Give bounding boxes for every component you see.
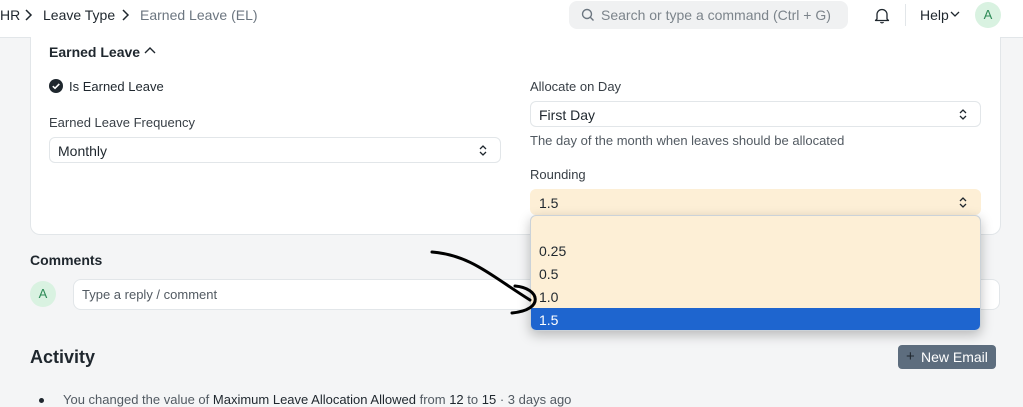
navbar: HR Leave Type Earned Leave (EL) Help A bbox=[0, 0, 1023, 38]
checkbox-checked-icon[interactable] bbox=[49, 79, 63, 93]
select-arrows-icon bbox=[959, 109, 967, 120]
rounding-option-empty[interactable] bbox=[531, 216, 980, 239]
chevron-right-icon bbox=[25, 9, 33, 21]
activity-time: · 3 days ago bbox=[499, 392, 572, 407]
chevron-right-icon bbox=[122, 9, 130, 21]
nav-divider bbox=[905, 4, 906, 26]
rounding-dropdown: 0.25 0.5 1.0 1.5 bbox=[530, 215, 981, 331]
help-menu[interactable]: Help bbox=[920, 7, 949, 23]
breadcrumb-hr[interactable]: HR bbox=[0, 7, 20, 23]
new-email-button[interactable]: + New Email bbox=[898, 345, 996, 369]
comments-title: Comments bbox=[30, 252, 103, 268]
activity-field: Maximum Leave Allocation Allowed bbox=[212, 392, 416, 407]
activity-entry: You changed the value of Maximum Leave A… bbox=[63, 392, 571, 407]
section-title[interactable]: Earned Leave bbox=[49, 44, 140, 60]
plus-icon: + bbox=[906, 348, 915, 365]
search-input[interactable] bbox=[601, 1, 841, 29]
select-arrows-icon bbox=[959, 197, 967, 208]
frequency-value: Monthly bbox=[58, 143, 108, 159]
new-email-label: New Email bbox=[921, 349, 988, 365]
activity-prefix: You changed the value of bbox=[63, 392, 210, 407]
select-arrows-icon bbox=[479, 145, 487, 156]
allocate-help-text: The day of the month when leaves should … bbox=[530, 133, 845, 148]
list-bullet bbox=[39, 398, 44, 403]
activity-old-value: 12 bbox=[449, 392, 464, 407]
chevron-up-icon[interactable] bbox=[144, 46, 156, 54]
rounding-value: 1.5 bbox=[539, 195, 559, 211]
search-bar[interactable] bbox=[569, 1, 848, 29]
bell-icon[interactable] bbox=[874, 7, 890, 24]
breadcrumb-leave-type[interactable]: Leave Type bbox=[43, 7, 115, 23]
activity-to-word: to bbox=[467, 392, 479, 407]
activity-from-word: from bbox=[419, 392, 446, 407]
rounding-option[interactable]: 0.25 bbox=[531, 239, 980, 262]
allocate-label: Allocate on Day bbox=[530, 79, 622, 94]
activity-new-value: 15 bbox=[481, 392, 497, 407]
allocate-value: First Day bbox=[539, 107, 595, 123]
activity-title: Activity bbox=[30, 347, 96, 367]
is-earned-leave-label: Is Earned Leave bbox=[69, 79, 164, 94]
allocate-select[interactable]: First Day bbox=[530, 101, 981, 127]
search-icon bbox=[581, 8, 594, 21]
chevron-down-icon[interactable] bbox=[950, 11, 960, 18]
rounding-option[interactable]: 1.0 bbox=[531, 285, 980, 308]
rounding-option[interactable]: 0.5 bbox=[531, 262, 980, 285]
frequency-select[interactable]: Monthly bbox=[49, 137, 501, 163]
user-avatar[interactable]: A bbox=[975, 2, 1001, 28]
breadcrumb-current: Earned Leave (EL) bbox=[140, 7, 258, 23]
rounding-label: Rounding bbox=[530, 167, 586, 182]
rounding-option-selected[interactable]: 1.5 bbox=[531, 308, 980, 330]
rounding-select[interactable]: 1.5 bbox=[530, 189, 981, 215]
comment-avatar: A bbox=[30, 281, 56, 307]
frequency-label: Earned Leave Frequency bbox=[49, 115, 195, 130]
